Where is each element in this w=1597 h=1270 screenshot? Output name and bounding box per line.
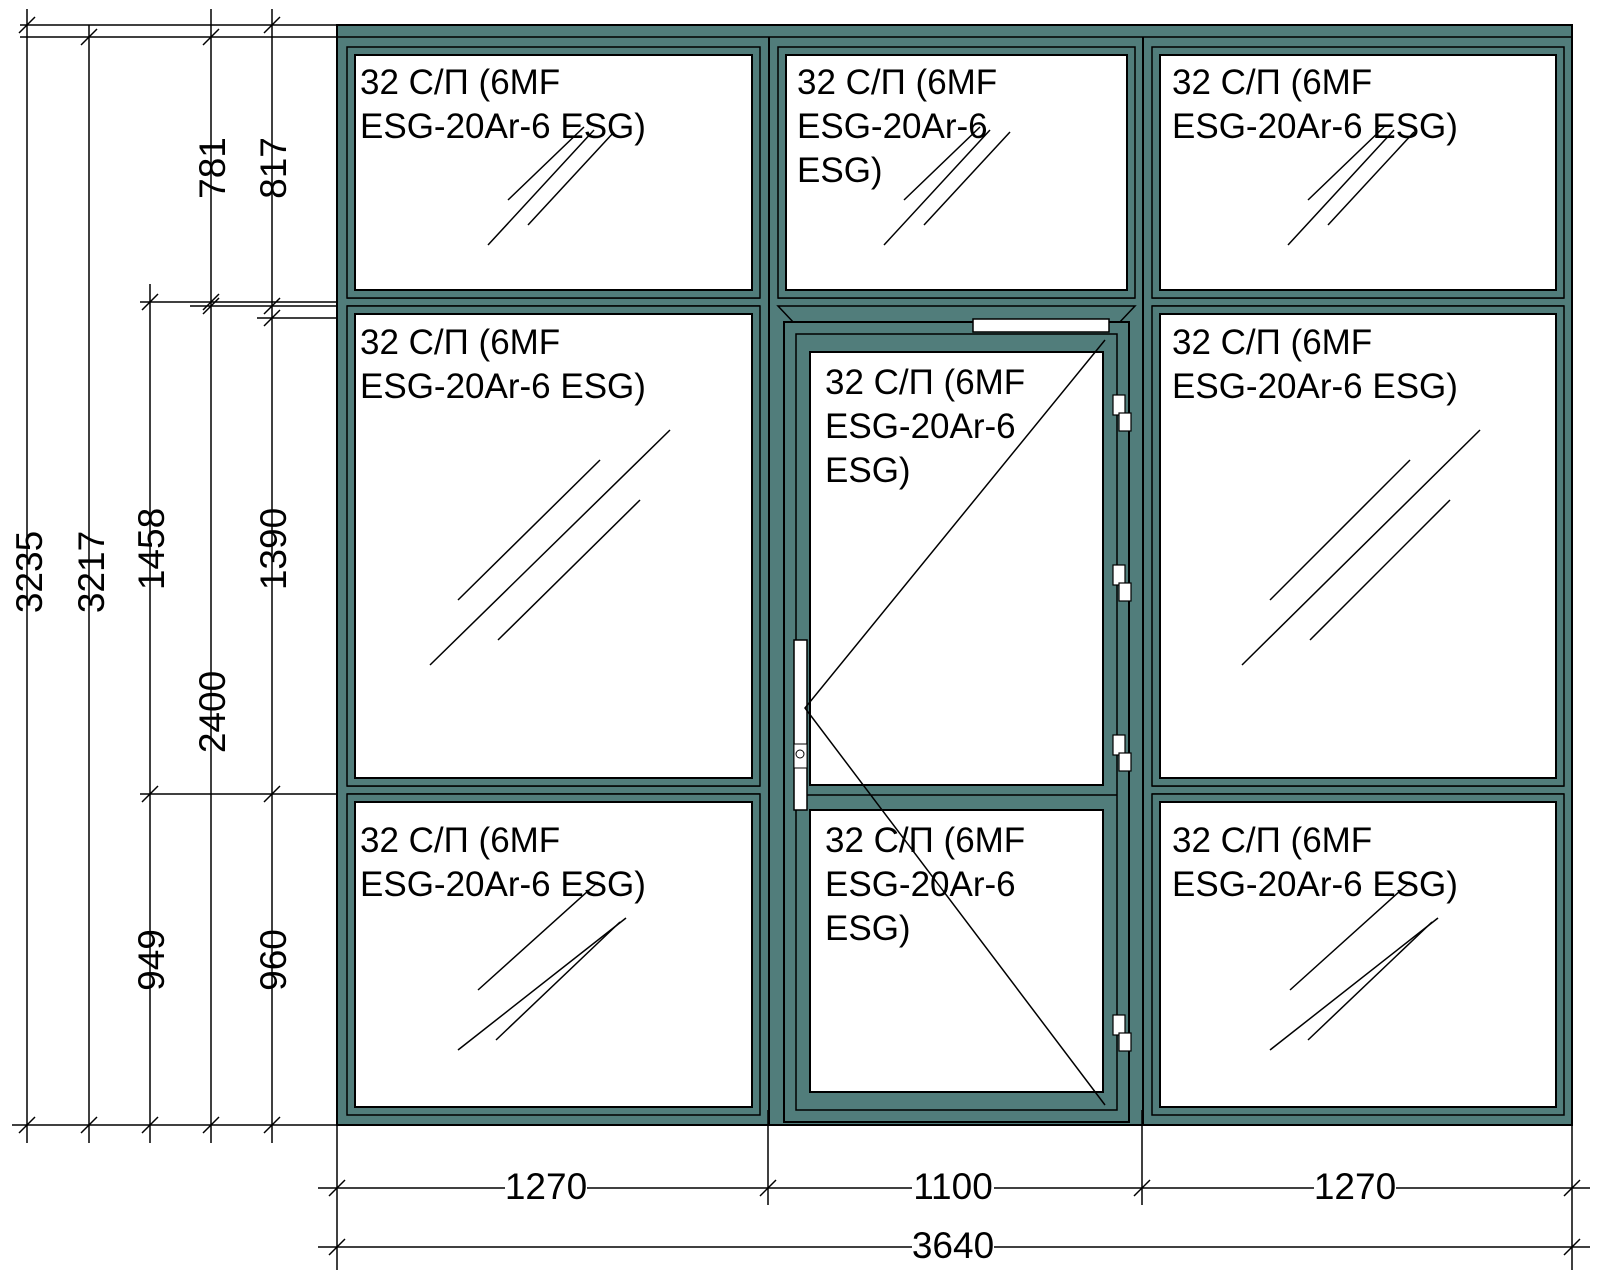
door-handle (793, 639, 808, 811)
dim-label-781: 781 (192, 137, 233, 199)
dim-label-960: 960 (253, 929, 294, 991)
hinge-knuckle-1 (1118, 582, 1132, 602)
dim-label-1458: 1458 (131, 508, 172, 590)
hinge-0 (1112, 394, 1126, 416)
horizontal-dimension-labels: 1270 1100 1270 3640 (505, 1166, 1396, 1266)
dim-label-2400: 2400 (192, 671, 233, 753)
hinge-knuckle-3 (1118, 1032, 1132, 1052)
hinge-3 (1112, 1014, 1126, 1036)
dim-label-949: 949 (131, 929, 172, 991)
hinge-2 (1112, 734, 1126, 756)
dim-label-1270-right: 1270 (1314, 1166, 1396, 1207)
dim-label-3640: 3640 (912, 1225, 994, 1266)
hinge-knuckle-0 (1118, 412, 1132, 432)
window-door-drawing: 32 С/П (6MF ESG-20Ar-6 ESG) 32 С/П (6MF … (9, 9, 1590, 1270)
vertical-dimension-labels: 3235 3217 1458 949 2400 781 817 1390 960 (9, 137, 294, 991)
lock-cylinder (793, 743, 808, 769)
dim-label-3235: 3235 (9, 531, 50, 613)
dim-label-1390: 1390 (253, 508, 294, 590)
dim-label-1100: 1100 (913, 1166, 993, 1207)
door-closer (972, 318, 1110, 333)
dim-label-3217: 3217 (71, 531, 112, 613)
dim-label-1270-left: 1270 (505, 1166, 587, 1207)
dim-label-817: 817 (253, 137, 294, 199)
hinge-1 (1112, 564, 1126, 586)
hinge-knuckle-2 (1118, 752, 1132, 772)
